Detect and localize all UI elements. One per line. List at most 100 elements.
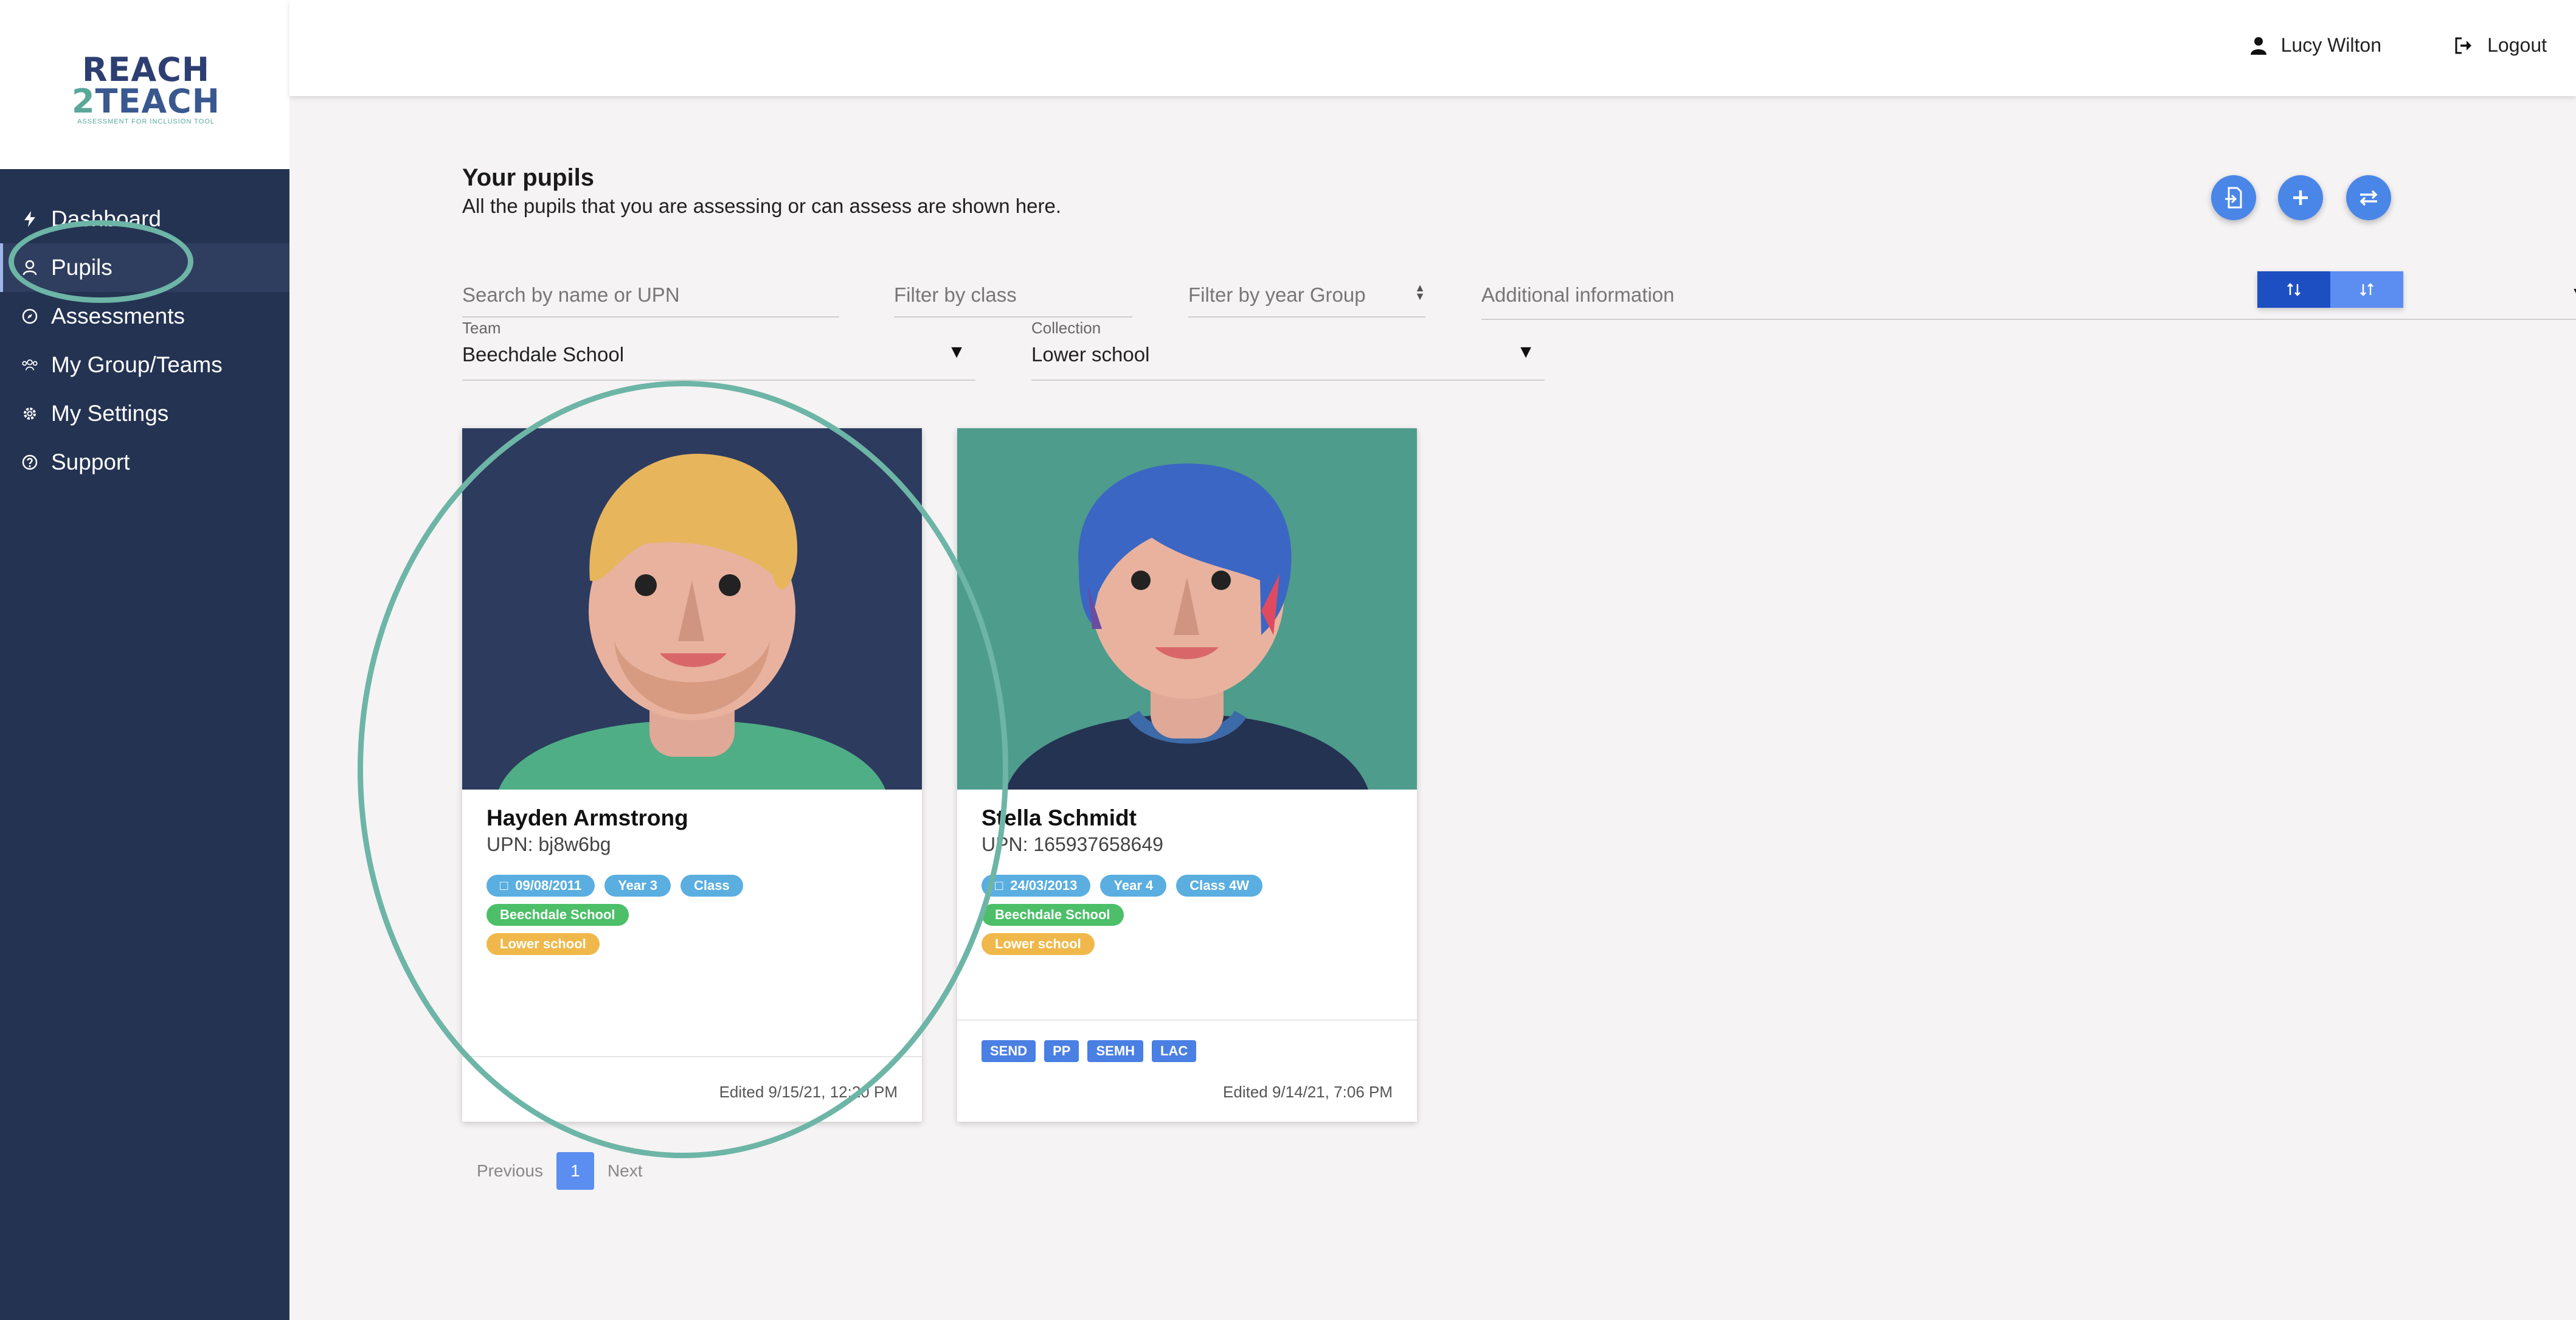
logout-label: Logout <box>2487 34 2547 56</box>
page-title: Your pupils <box>462 164 595 191</box>
collection-value: Lower school <box>1031 343 1150 366</box>
logo-line-1: REACH <box>81 50 210 89</box>
cake-icon: □ <box>995 878 1003 893</box>
dob-value: 24/03/2013 <box>1010 878 1078 893</box>
logout-icon <box>2455 37 2472 54</box>
page-1-button[interactable]: 1 <box>556 1152 594 1190</box>
logo-line-2: 2TEACH <box>61 85 231 118</box>
team-label: Team <box>462 319 501 337</box>
pupil-avatar <box>462 428 922 790</box>
logo-area: REACH 2TEACH ASSESSMENT FOR INCLUSION TO… <box>0 0 289 169</box>
chevron-down-icon: ▼ <box>947 342 966 362</box>
class-filter-field <box>894 283 1132 318</box>
dob-value: 09/08/2011 <box>515 878 582 893</box>
tag-lac: LAC <box>1152 1040 1197 1062</box>
group-icon <box>22 357 38 373</box>
search-input[interactable] <box>462 283 839 307</box>
next-page-link[interactable]: Next <box>608 1161 643 1181</box>
pupil-school-chips: Beechdale School <box>486 904 900 926</box>
chevron-down-icon: ▼ <box>2570 283 2576 304</box>
collection-select[interactable]: Collection Lower school ▼ <box>1031 319 1545 381</box>
collection-chip: Lower school <box>982 933 1095 955</box>
pupil-collection-chips: Lower school <box>486 933 900 955</box>
sidebar-item-label: My Settings <box>51 401 169 426</box>
pupil-details-chips: □ 24/03/2013 Year 4 Class 4W <box>982 875 1395 897</box>
file-import-icon <box>2225 187 2242 209</box>
additional-info-label: Additional information <box>1481 283 1675 306</box>
pupil-details-chips: □ 09/08/2011 Year 3 Class <box>486 875 900 897</box>
user-name: Lucy Wilton <box>2280 34 2381 56</box>
card-divider <box>462 1056 922 1057</box>
compass-icon <box>22 308 38 324</box>
team-select[interactable]: Team Beechdale School ▼ <box>462 319 975 381</box>
logout-button[interactable]: Logout <box>2454 34 2547 57</box>
add-pupil-button[interactable] <box>2278 175 2323 220</box>
team-value: Beechdale School <box>462 343 625 366</box>
sidebar: REACH 2TEACH ASSESSMENT FOR INCLUSION TO… <box>0 0 289 1320</box>
swap-icon <box>2360 190 2378 206</box>
transfer-button[interactable] <box>2346 175 2391 220</box>
chevron-down-icon: ▼ <box>1517 342 1535 362</box>
logo-digit: 2 <box>72 82 95 120</box>
school-chip: Beechdale School <box>982 904 1124 926</box>
sidebar-item-my-settings[interactable]: My Settings <box>0 389 289 438</box>
sidebar-item-assessments[interactable]: Assessments <box>0 292 289 341</box>
card-divider <box>957 1020 1417 1021</box>
school-chip: Beechdale School <box>486 904 629 926</box>
dob-chip: □ 24/03/2013 <box>982 875 1091 897</box>
search-field <box>462 283 839 318</box>
pupil-avatar <box>957 428 1417 790</box>
import-pupils-button[interactable] <box>2211 175 2256 220</box>
stepper-icon[interactable]: ▲ ▼ <box>1414 282 1425 302</box>
sidebar-item-label: My Group/Teams <box>51 352 223 377</box>
pupil-name: Stella Schmidt <box>982 805 1137 830</box>
collection-label: Collection <box>1031 319 1101 337</box>
cake-icon: □ <box>500 878 508 893</box>
tag-send: SEND <box>982 1040 1036 1062</box>
sidebar-item-dashboard[interactable]: Dashboard <box>0 195 289 243</box>
pupil-card[interactable]: Hayden Armstrong UPN: bj8w6bg □ 09/08/201… <box>462 428 922 1122</box>
dob-chip: □ 09/08/2011 <box>486 875 595 897</box>
class-filter-input[interactable] <box>894 283 1132 307</box>
pupil-upn: UPN: 165937658649 <box>982 833 1163 855</box>
sidebar-item-my-group-teams[interactable]: My Group/Teams <box>0 341 289 389</box>
year-chip: Year 4 <box>1100 875 1167 897</box>
pupil-upn: UPN: bj8w6bg <box>486 833 611 855</box>
user-icon <box>2250 36 2266 55</box>
class-chip: Class 4W <box>1176 875 1263 897</box>
sidebar-item-label: Pupils <box>51 255 113 280</box>
plus-icon <box>2293 190 2308 205</box>
tag-pp: PP <box>1044 1040 1079 1062</box>
pupil-card[interactable]: Stella Schmidt UPN: 165937658649 □ 24/03/… <box>957 428 1417 1122</box>
top-bar: Lucy Wilton Logout <box>289 0 2576 96</box>
additional-info-select[interactable]: Additional information ▼ <box>1481 283 2576 320</box>
pagination: Previous 1 Next <box>477 1152 643 1190</box>
tag-semh: SEMH <box>1087 1040 1144 1062</box>
class-chip: Class <box>680 875 743 897</box>
sidebar-item-pupils[interactable]: Pupils <box>0 243 289 292</box>
reach2teach-logo[interactable]: REACH 2TEACH ASSESSMENT FOR INCLUSION TO… <box>61 50 231 126</box>
page-subtitle: All the pupils that you are assessing or… <box>462 195 1062 217</box>
previous-page-link[interactable]: Previous <box>477 1161 543 1181</box>
collection-chip: Lower school <box>486 933 600 955</box>
sidebar-item-label: Assessments <box>51 304 185 328</box>
sidebar-item-label: Support <box>51 450 130 474</box>
pupil-school-chips: Beechdale School <box>982 904 1395 926</box>
edited-timestamp: Edited 9/14/21, 7:06 PM <box>1223 1083 1393 1101</box>
logo-line-2-text: TEACH <box>95 82 220 120</box>
pupil-collection-chips: Lower school <box>982 933 1395 955</box>
edited-timestamp: Edited 9/15/21, 12:20 PM <box>719 1083 898 1101</box>
pupil-name: Hayden Armstrong <box>486 805 688 830</box>
gear-icon <box>22 406 38 422</box>
sidebar-item-label: Dashboard <box>51 206 162 231</box>
help-icon <box>22 454 38 470</box>
year-filter-input[interactable] <box>1188 283 1425 307</box>
logo-tagline: ASSESSMENT FOR INCLUSION TOOL <box>77 118 215 125</box>
sidebar-item-support[interactable]: Support <box>0 438 289 487</box>
year-filter-field: ▲▼ <box>1188 282 1425 318</box>
user-icon <box>22 260 38 276</box>
sidebar-nav: Dashboard Pupils Assessments My Group/Te… <box>0 195 289 487</box>
pupil-tags: SEND PP SEMH LAC <box>982 1040 1395 1062</box>
user-menu[interactable]: Lucy Wilton <box>2250 34 2381 57</box>
year-chip: Year 3 <box>604 875 671 897</box>
